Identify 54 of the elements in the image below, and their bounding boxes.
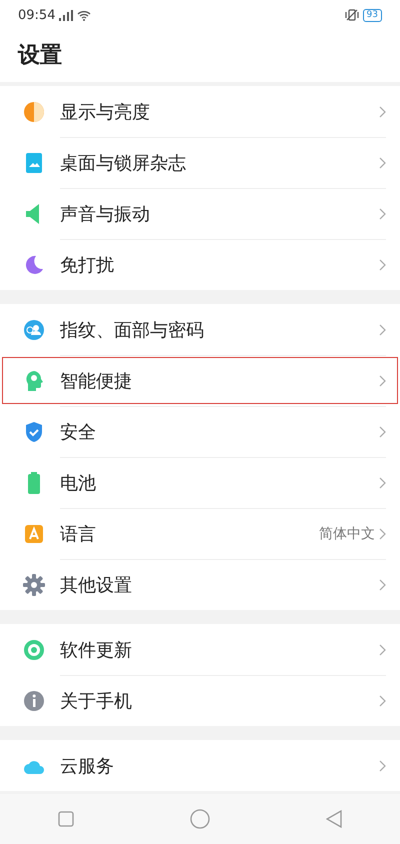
chevron-icon: [379, 106, 386, 118]
item-label: 其他设置: [60, 574, 133, 597]
chevron-icon: [379, 695, 386, 707]
item-label: 安全: [60, 421, 97, 444]
item-label: 云服务: [60, 754, 115, 778]
item-label: 显示与亮度: [60, 100, 151, 124]
vibrate-off-icon: [344, 9, 359, 21]
settings-item[interactable]: 指纹、面部与密码: [0, 304, 400, 355]
settings-item[interactable]: 语言 简体中文: [0, 508, 400, 559]
item-label: 声音与振动: [60, 203, 151, 226]
item-value: 简体中文: [319, 525, 375, 543]
settings-item[interactable]: 免打扰: [0, 239, 400, 290]
refresh-ring-icon: [22, 638, 46, 662]
item-label: 语言: [60, 523, 97, 546]
chevron-icon: [379, 375, 386, 387]
settings-item[interactable]: 智能便捷: [0, 355, 400, 406]
item-label: 免打扰: [60, 254, 115, 277]
settings-item[interactable]: 云服务: [0, 740, 400, 791]
settings-item[interactable]: 显示与亮度: [0, 86, 400, 137]
item-label: 智能便捷: [60, 370, 133, 393]
chevron-icon: [379, 426, 386, 438]
battery-level: 93: [362, 8, 382, 22]
item-label: 电池: [60, 472, 97, 495]
settings-item[interactable]: 声音与振动: [0, 188, 400, 239]
chevron-icon: [379, 157, 386, 169]
home-icon[interactable]: [190, 809, 210, 829]
status-time: 09:54: [18, 8, 56, 22]
signal-icon: [59, 10, 74, 20]
settings-item[interactable]: 其他设置: [0, 559, 400, 610]
chevron-icon: [379, 477, 386, 489]
chevron-icon: [379, 528, 386, 540]
wifi-icon: [77, 10, 92, 20]
person-badge-icon: [22, 318, 46, 342]
chevron-icon: [379, 760, 386, 772]
info-icon: [22, 688, 46, 712]
settings-item[interactable]: 关于手机: [0, 675, 400, 726]
back-icon[interactable]: [326, 810, 342, 828]
settings-icon: [22, 572, 46, 596]
item-label: 关于手机: [60, 690, 133, 713]
chevron-icon: [379, 644, 386, 656]
chevron-icon: [379, 579, 386, 591]
item-label: 桌面与锁屏杂志: [60, 152, 187, 175]
settings-item[interactable]: 桌面与锁屏杂志: [0, 137, 400, 188]
settings-item[interactable]: 电池: [0, 457, 400, 508]
settings-item[interactable]: 安全: [0, 406, 400, 457]
item-label: 指纹、面部与密码: [60, 318, 205, 342]
recents-icon[interactable]: [58, 811, 74, 827]
chevron-icon: [379, 208, 386, 220]
chevron-icon: [379, 259, 386, 271]
page-title: 设置: [0, 30, 400, 82]
item-label: 软件更新: [60, 638, 133, 662]
chevron-icon: [379, 324, 386, 336]
half-circle-icon: [22, 100, 46, 124]
settings-item[interactable]: 软件更新: [0, 624, 400, 675]
